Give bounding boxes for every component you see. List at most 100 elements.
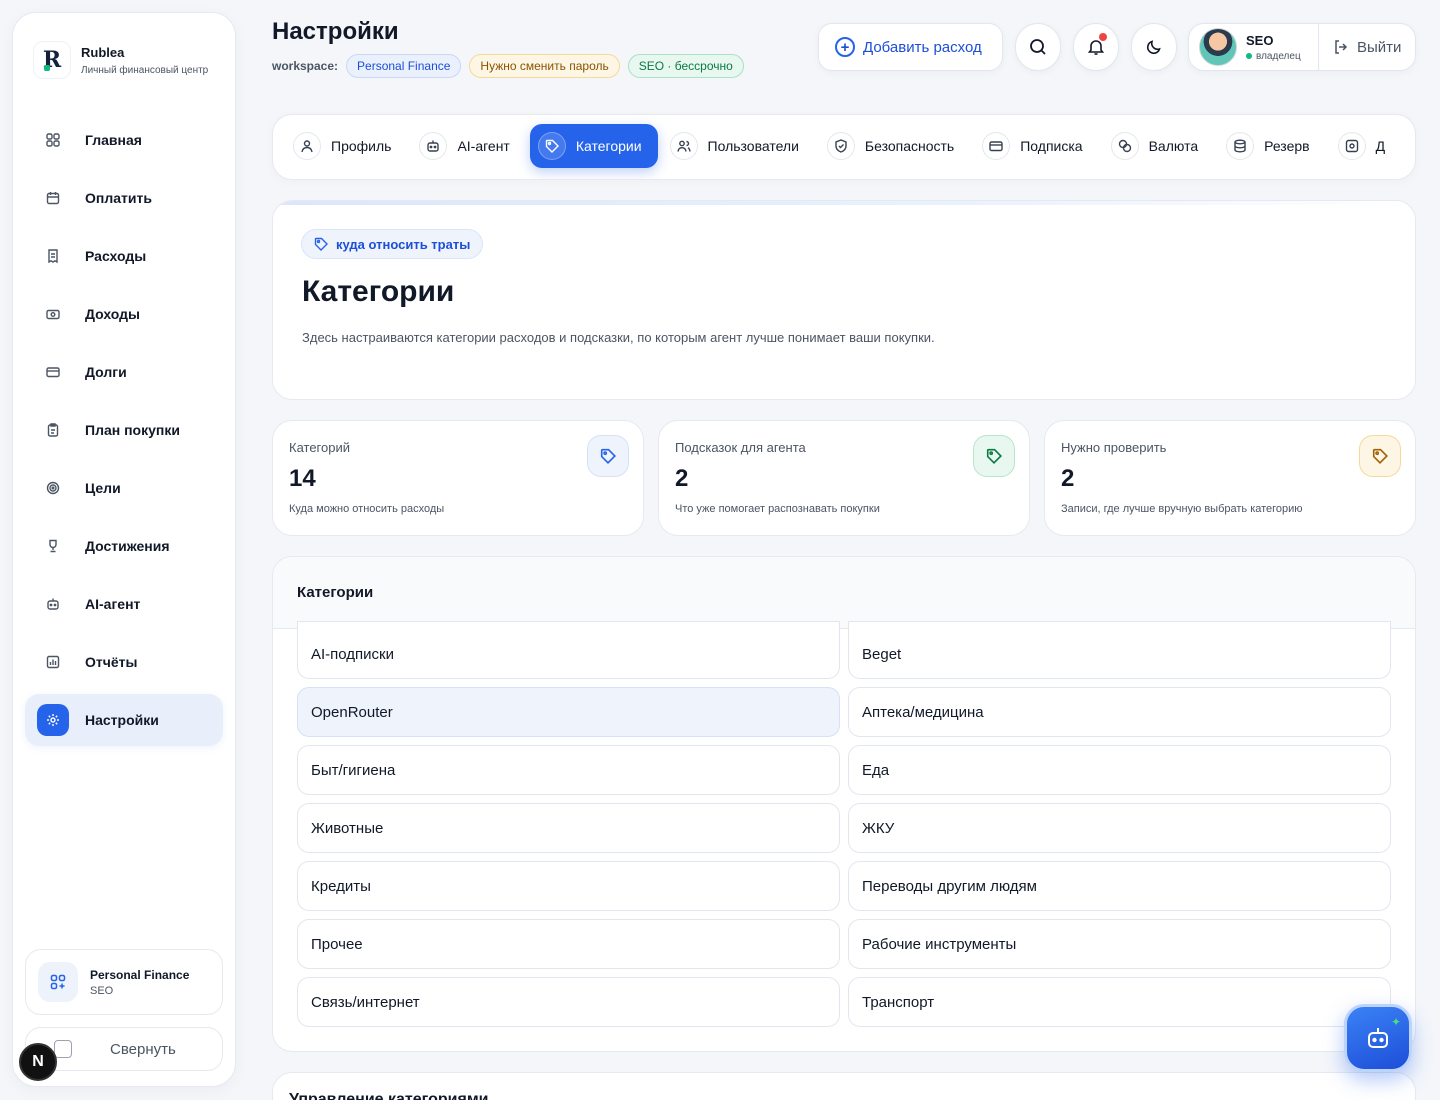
settings-tabs: Профиль AI-агент Категории Пользователи … [272,114,1416,180]
logout-icon [1335,40,1348,54]
password-warning-pill[interactable]: Нужно сменить пароль [469,54,620,78]
sidebar-item-expenses[interactable]: Расходы [25,230,223,282]
sidebar-item-pay[interactable]: Оплатить [25,172,223,224]
category-item[interactable]: Быт/гигиена [297,745,840,795]
notification-dot [1099,33,1107,41]
users-icon [669,132,698,160]
workspace-pill[interactable]: Personal Finance [346,54,462,78]
sidebar-item-achievements[interactable]: Достижения [25,520,223,572]
tab-security[interactable]: Безопасность [819,124,970,168]
category-item[interactable]: AI-подписки [297,621,840,679]
user-menu[interactable]: SEO владелец Выйти [1188,23,1416,71]
category-item[interactable]: Beget [848,621,1391,679]
category-item[interactable]: Связь/интернет [297,977,840,1027]
sidebar-item-label: AI-агент [85,596,141,612]
tab-label: Профиль [331,138,392,154]
sidebar-item-ai-agent[interactable]: AI-агент [25,578,223,630]
tab-label: Безопасность [864,138,955,154]
hero-title: Категории [302,275,455,308]
tag-icon [314,237,328,251]
tab-currency[interactable]: Валюта [1103,124,1215,168]
tab-profile[interactable]: Профиль [285,124,407,168]
clipboard-icon [37,414,69,446]
tab-ai-agent[interactable]: AI-агент [411,124,525,168]
next-dev-badge[interactable]: N [19,1043,57,1081]
categories-panel-title: Категории [273,557,1415,629]
tab-label: Подписка [1020,138,1083,154]
category-item[interactable]: Прочее [297,919,840,969]
sidebar-item-label: Оплатить [85,190,152,206]
tag-icon [1359,435,1401,477]
device-icon [1337,132,1366,160]
stat-needs-review: Нужно проверить 2 Записи, где лучше вруч… [1044,420,1416,536]
user-role: владелец [1256,50,1301,62]
plan-pill: SEO · бессрочно [627,54,744,78]
cash-icon [37,298,69,330]
category-item[interactable]: Еда [848,745,1391,795]
notifications-button[interactable] [1073,23,1119,71]
tag-icon [537,132,566,160]
trophy-icon [37,530,69,562]
chart-icon [37,646,69,678]
brand-subtitle: Личный финансовый центр [81,64,209,76]
sidebar-item-home[interactable]: Главная [25,114,223,166]
sidebar-item-income[interactable]: Доходы [25,288,223,340]
tab-label: Пользователи [707,138,799,154]
manage-categories-title: Управление категориями [289,1091,489,1100]
sidebar-item-goals[interactable]: Цели [25,462,223,514]
category-item[interactable]: Животные [297,803,840,853]
logout-button[interactable]: Выйти [1318,23,1415,71]
category-item[interactable]: Аптека/медицина [848,687,1391,737]
sidebar-item-label: Отчёты [85,654,138,670]
ai-assistant-button[interactable]: ✦ [1344,1004,1412,1072]
page-title: Настройки [272,18,399,45]
stat-categories: Категорий 14 Куда можно относить расходы [272,420,644,536]
target-icon [37,472,69,504]
tab-label: Резерв [1264,138,1310,154]
stat-label: Нужно проверить [1061,440,1167,455]
tab-backup[interactable]: Резерв [1218,124,1325,168]
online-status-dot [1246,53,1252,59]
coins-icon [1110,132,1139,160]
sidebar-item-settings[interactable]: Настройки [25,694,223,746]
tab-subscription[interactable]: Подписка [974,124,1098,168]
tab-label: Валюта [1148,138,1199,154]
database-icon [1226,132,1255,160]
sidebar-item-label: Настройки [85,712,159,728]
sidebar-item-label: Цели [85,480,121,496]
add-expense-button[interactable]: + Добавить расход [818,23,1003,71]
bot-icon [37,588,69,620]
tab-categories[interactable]: Категории [529,124,658,168]
add-expense-label: Добавить расход [863,38,982,56]
sidebar-item-label: Главная [85,132,142,148]
category-item[interactable]: Рабочие инструменты [848,919,1391,969]
sidebar-item-label: Расходы [85,248,147,264]
tab-devices[interactable]: Д [1330,124,1401,168]
category-item[interactable]: Кредиты [297,861,840,911]
category-item[interactable]: Переводы другим людям [848,861,1391,911]
workspace-name: Personal Finance [90,967,190,982]
sidebar-item-debts[interactable]: Долги [25,346,223,398]
logout-label: Выйти [1357,38,1402,56]
sidebar-item-reports[interactable]: Отчёты [25,636,223,688]
theme-toggle-button[interactable] [1131,23,1177,71]
avatar [1199,28,1237,66]
search-button[interactable] [1015,23,1061,71]
search-icon [1030,39,1046,55]
category-item[interactable]: OpenRouter [297,687,840,737]
grid-icon [37,124,69,156]
stat-agent-hints: Подсказок для агента 2 Что уже помогает … [658,420,1030,536]
sidebar-item-purchase-plan[interactable]: План покупки [25,404,223,456]
calendar-icon [37,182,69,214]
category-item[interactable]: ЖКУ [848,803,1391,853]
tab-users[interactable]: Пользователи [662,124,815,168]
workspace-card[interactable]: Personal Finance SEO [25,949,223,1015]
user-icon [293,132,321,160]
sidebar: R Rublea Личный финансовый центр Главная… [12,12,236,1087]
stat-value: 2 [1061,465,1075,492]
category-item[interactable]: Транспорт [848,977,1391,1027]
tag-icon [973,435,1015,477]
sparkle-icon: ✦ [1390,1015,1401,1029]
brand[interactable]: R Rublea Личный финансовый центр [33,41,208,79]
sidebar-item-label: Долги [85,364,127,380]
